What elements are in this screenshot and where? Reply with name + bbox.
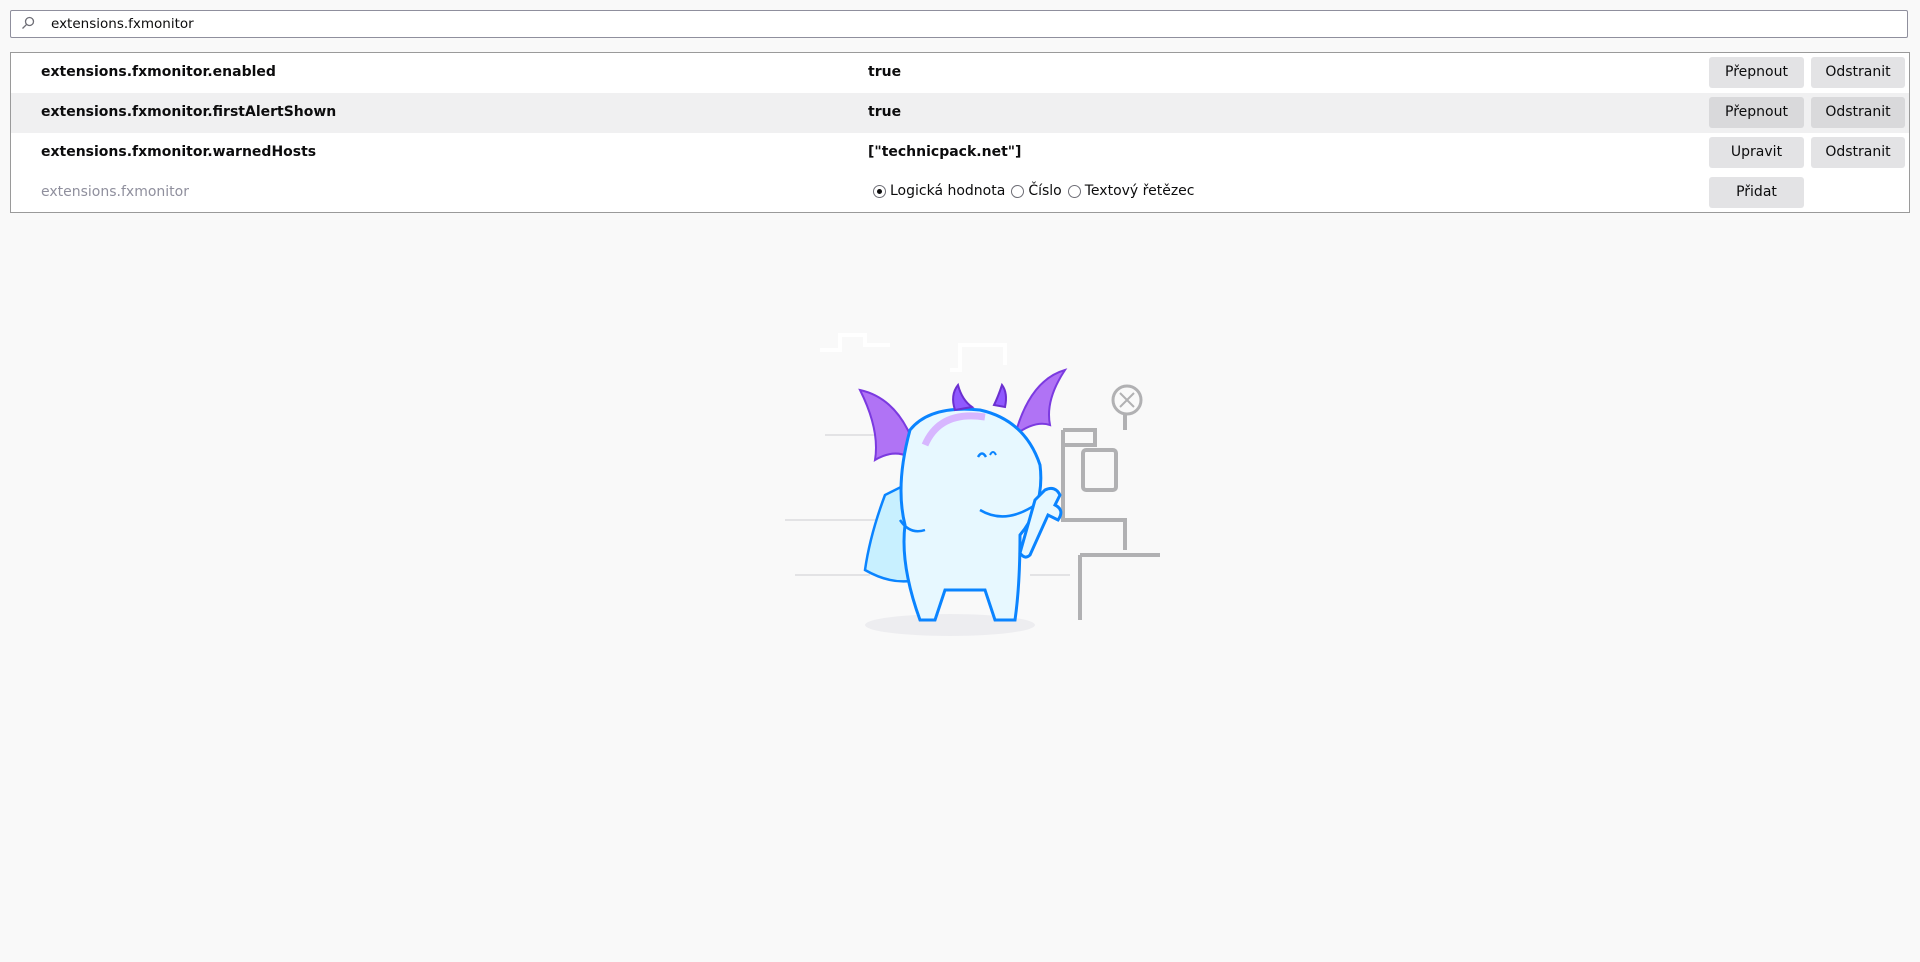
add-button[interactable]: Přidat (1709, 177, 1804, 208)
pref-name: extensions.fxmonitor.enabled (41, 64, 276, 80)
radio-string[interactable] (1067, 184, 1081, 198)
pref-value: true (868, 104, 902, 120)
remove-button[interactable]: Odstranit (1811, 137, 1905, 168)
remove-button[interactable]: Odstranit (1811, 97, 1905, 128)
pref-type-radio-group: Logická hodnota Číslo Textový řetězec (873, 183, 1200, 199)
search-icon (22, 16, 35, 29)
pref-value: ["technicpack.net"] (868, 144, 1022, 160)
dino-mechanic-illustration (785, 333, 1160, 636)
toggle-button[interactable]: Přepnout (1709, 97, 1804, 128)
search-input[interactable] (41, 13, 1901, 35)
radio-boolean[interactable] (873, 184, 886, 198)
preferences-table: extensions.fxmonitor.enabled true Přepno… (10, 52, 1910, 213)
new-pref-row: extensions.fxmonitor Logická hodnota Čís… (11, 173, 1909, 213)
pref-row: extensions.fxmonitor.enabled true Přepno… (11, 53, 1909, 93)
remove-button[interactable]: Odstranit (1811, 57, 1905, 88)
new-pref-name: extensions.fxmonitor (41, 184, 189, 200)
radio-number-label[interactable]: Číslo (1028, 183, 1061, 199)
pref-row: extensions.fxmonitor.warnedHosts ["techn… (11, 133, 1909, 173)
pref-name: extensions.fxmonitor.firstAlertShown (41, 104, 337, 120)
edit-button[interactable]: Upravit (1709, 137, 1804, 168)
pref-value: true (868, 64, 902, 80)
pref-name: extensions.fxmonitor.warnedHosts (41, 144, 317, 160)
search-bar (10, 10, 1908, 38)
radio-number[interactable] (1011, 184, 1025, 198)
pref-row: extensions.fxmonitor.firstAlertShown tru… (11, 93, 1909, 133)
radio-boolean-label[interactable]: Logická hodnota (890, 183, 1005, 199)
toggle-button[interactable]: Přepnout (1709, 57, 1804, 88)
radio-string-label[interactable]: Textový řetězec (1085, 183, 1195, 199)
